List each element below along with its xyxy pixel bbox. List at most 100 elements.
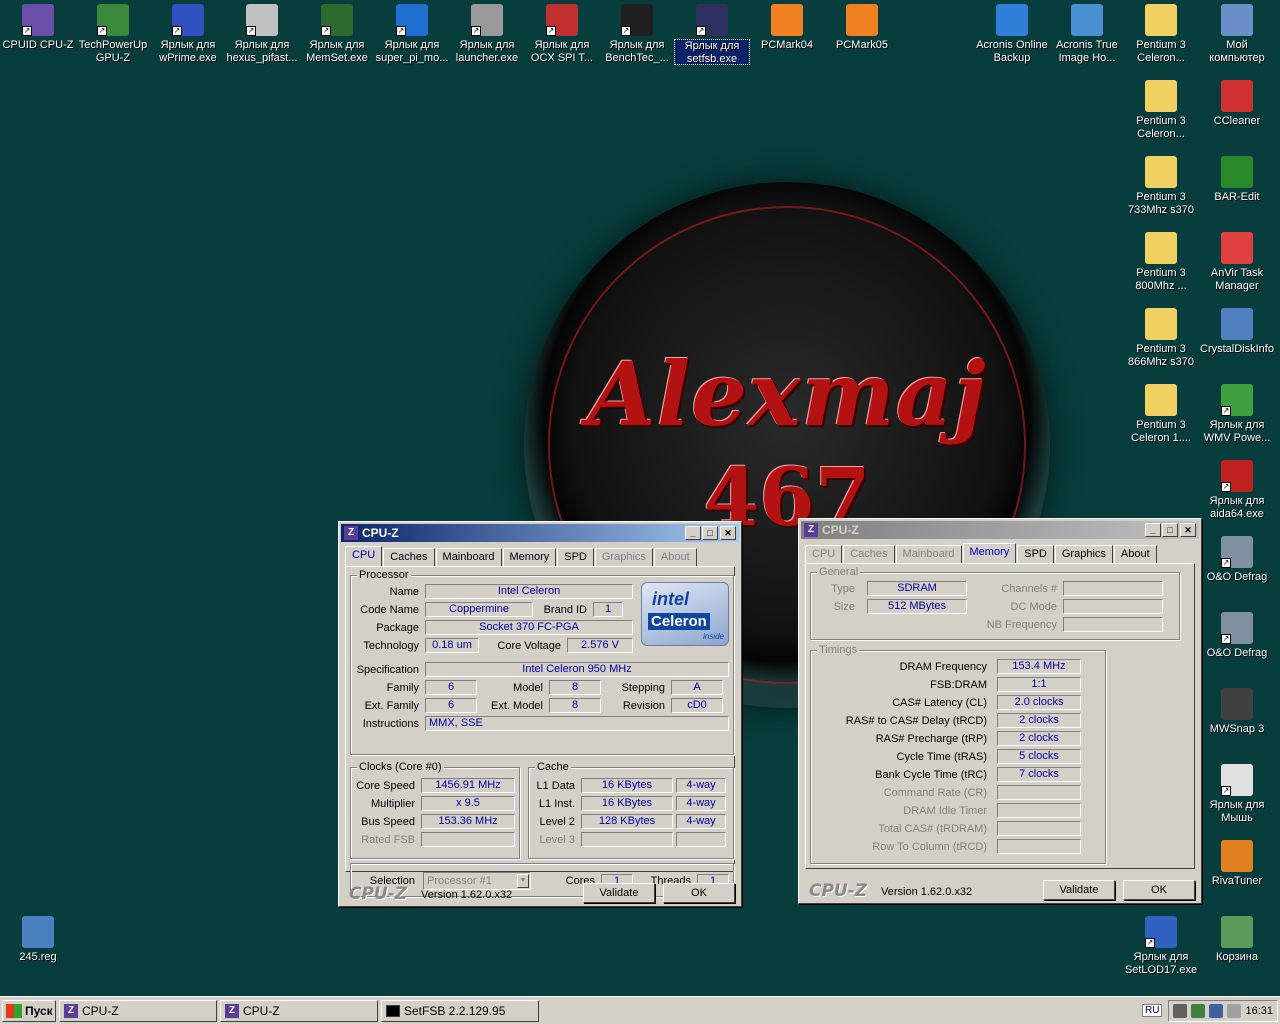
desktop-icon[interactable]: ↗ Ярлык для hexus_pifast... [224, 2, 300, 65]
desktop-icon[interactable]: BAR-Edit [1199, 154, 1275, 204]
desktop-icon[interactable]: AnVir Task Manager [1199, 230, 1275, 293]
close-button[interactable]: ✕ [720, 526, 736, 540]
tab-cpu[interactable]: CPU [345, 546, 383, 566]
desktop-icon[interactable]: ↗ CPUID CPU-Z [0, 2, 76, 52]
taskbar-item-cpuz-1[interactable]: Z CPU-Z [59, 999, 217, 1022]
dcmode-label: DC Mode [1010, 600, 1057, 613]
app-icon [1221, 840, 1253, 872]
desktop-icon[interactable]: PCMark05 [824, 2, 900, 52]
timing-row: Command Rate (CR) [811, 785, 1081, 800]
minimize-button[interactable]: _ [1145, 523, 1161, 537]
timing-row: RAS# to CAS# Delay (tRCD) 2 clocks [811, 713, 1081, 728]
level2-label: Level 2 [539, 815, 575, 828]
ok-button[interactable]: OK [663, 883, 735, 903]
taskbar-item-setfsb[interactable]: SetFSB 2.2.129.95 [381, 999, 539, 1022]
desktop-icon[interactable]: ↗ Ярлык для SetLOD17.exe [1123, 914, 1199, 977]
desktop-icon[interactable]: ↗ Ярлык для aida64.exe [1199, 458, 1275, 521]
tab-spd[interactable]: SPD [1017, 545, 1054, 563]
tab-mainboard[interactable]: Mainboard [895, 545, 962, 563]
desktop-icon[interactable]: CCleaner [1199, 78, 1275, 128]
desktop-icon[interactable]: Pentium 3 Celeron 1.... [1123, 382, 1199, 445]
tray-volume-icon[interactable] [1227, 1003, 1242, 1018]
start-label: Пуск [25, 1003, 53, 1018]
desktop-icon[interactable]: ↗ O&O Defrag [1199, 610, 1275, 660]
desktop-icon[interactable]: ↗ Ярлык для super_pi_mo... [374, 2, 450, 65]
desktop-icon[interactable]: Acronis Online Backup [974, 2, 1050, 65]
taskbar-item-cpuz-2[interactable]: Z CPU-Z [220, 999, 378, 1022]
desktop-icon[interactable]: ↗ Ярлык для MemSet.exe [299, 2, 375, 65]
desktop-icon[interactable]: ↗ Ярлык для BenchTec_... [599, 2, 675, 65]
desktop-icon-label: CPUID CPU-Z [2, 39, 74, 51]
taskbar: Пуск Z CPU-Z Z CPU-Z SetFSB 2.2.129.95 R… [0, 996, 1280, 1024]
timing-label: RAS# Precharge (tRP) [875, 732, 987, 745]
desktop-icon[interactable]: ↗ TechPowerUp GPU-Z [75, 2, 151, 65]
processor-group: Processor Name Intel Celeron Code Name Cop… [350, 569, 734, 755]
language-indicator[interactable]: RU [1142, 1004, 1163, 1017]
ok-button[interactable]: OK [1123, 880, 1195, 900]
package-value: Socket 370 FC-PGA [425, 620, 633, 635]
app-icon: ↗ [546, 4, 578, 36]
validate-button[interactable]: Validate [1043, 880, 1115, 900]
tab-mainboard[interactable]: Mainboard [435, 548, 502, 566]
desktop-icon[interactable]: ↗ Ярлык для WMV Powe... [1199, 382, 1275, 445]
tab-about[interactable]: About [1113, 545, 1157, 563]
timing-label: DRAM Frequency [899, 660, 987, 673]
window-title: CPU-Z [362, 526, 399, 540]
desktop-icon[interactable]: PCMark04 [749, 2, 825, 52]
chevron-down-icon[interactable]: ▼ [517, 874, 529, 888]
desktop-icon[interactable]: CrystalDiskInfo [1199, 306, 1275, 356]
timing-label: CAS# Latency (CL) [892, 696, 987, 709]
cpuz-cpu-window: Z CPU-Z _ □ ✕ CPU Caches Mainboard Memor… [338, 521, 742, 907]
tray-network-icon[interactable] [1209, 1003, 1224, 1018]
desktop-icon[interactable]: ↗ Ярлык для wPrime.exe [150, 2, 226, 65]
processor-select[interactable]: Processor #1 ▼ [423, 872, 531, 890]
tray-grid-icon[interactable] [1191, 1003, 1206, 1018]
processor-select-value: Processor #1 [427, 875, 492, 887]
desktop-icon[interactable]: Acronis True Image Ho... [1049, 2, 1125, 65]
desktop-icon[interactable]: RivaTuner [1199, 838, 1275, 888]
tab-memory[interactable]: Memory [962, 543, 1017, 563]
start-button[interactable]: Пуск [2, 999, 56, 1022]
desktop-icon[interactable]: ↗ Ярлык для setfsb.exe [674, 2, 750, 65]
desktop-icon[interactable]: Pentium 3 866Mhz s370 [1123, 306, 1199, 369]
clock[interactable]: 16:31 [1245, 1005, 1273, 1017]
level2-way: 4-way [676, 814, 726, 829]
desktop-icon[interactable]: Мой компьютер [1199, 2, 1275, 65]
desktop-icon[interactable]: Pentium 3 800Mhz ... [1123, 230, 1199, 293]
tab-graphics[interactable]: Graphics [594, 548, 653, 566]
desktop-icon[interactable]: 245.reg [0, 914, 76, 964]
tab-graphics[interactable]: Graphics [1054, 545, 1113, 563]
timing-value: 5 clocks [997, 749, 1081, 764]
close-button[interactable]: ✕ [1180, 523, 1196, 537]
desktop-icon-label: TechPowerUp GPU-Z [78, 39, 148, 64]
tab-caches[interactable]: Caches [383, 548, 435, 566]
minimize-button[interactable]: _ [685, 526, 701, 540]
tab-memory[interactable]: Memory [502, 548, 557, 566]
desktop-icon[interactable]: ↗ Ярлык для Мышь [1199, 762, 1275, 825]
desktop-icon[interactable]: ↗ O&O Defrag [1199, 534, 1275, 584]
desktop-icon-label: Ярлык для MemSet.exe [306, 39, 368, 64]
maximize-button[interactable]: □ [1162, 523, 1178, 537]
desktop-icon-label: O&O Defrag [1206, 647, 1268, 659]
cpuz-memory-titlebar[interactable]: Z CPU-Z _ □ ✕ [801, 521, 1199, 539]
desktop-icon[interactable]: Pentium 3 Celeron... [1123, 2, 1199, 65]
desktop-icon[interactable]: Корзина [1199, 914, 1275, 964]
app-icon: ↗ [1221, 612, 1253, 644]
cpuz-cpu-titlebar[interactable]: Z CPU-Z _ □ ✕ [341, 524, 739, 542]
desktop-icon[interactable]: MWSnap 3 [1199, 686, 1275, 736]
family-value: 6 [425, 680, 477, 695]
cpuz-brand-label: CPU-Z [349, 884, 408, 904]
setfsb-app-icon [386, 1004, 400, 1017]
desktop-icon[interactable]: ↗ Ярлык для OCX SPI T... [524, 2, 600, 65]
tray-monitor-icon[interactable] [1173, 1003, 1188, 1018]
tab-caches[interactable]: Caches [843, 545, 895, 563]
desktop-icon[interactable]: Pentium 3 Celeron... [1123, 78, 1199, 141]
desktop-icon[interactable]: ↗ Ярлык для launcher.exe [449, 2, 525, 65]
tab-about[interactable]: About [653, 548, 697, 566]
tab-spd[interactable]: SPD [557, 548, 594, 566]
tab-cpu[interactable]: CPU [805, 545, 843, 563]
maximize-button[interactable]: □ [702, 526, 718, 540]
desktop-icon[interactable]: Pentium 3 733Mhz s370 [1123, 154, 1199, 217]
validate-button[interactable]: Validate [583, 883, 655, 903]
desktop-icon-label: Ярлык для wPrime.exe [159, 39, 217, 64]
